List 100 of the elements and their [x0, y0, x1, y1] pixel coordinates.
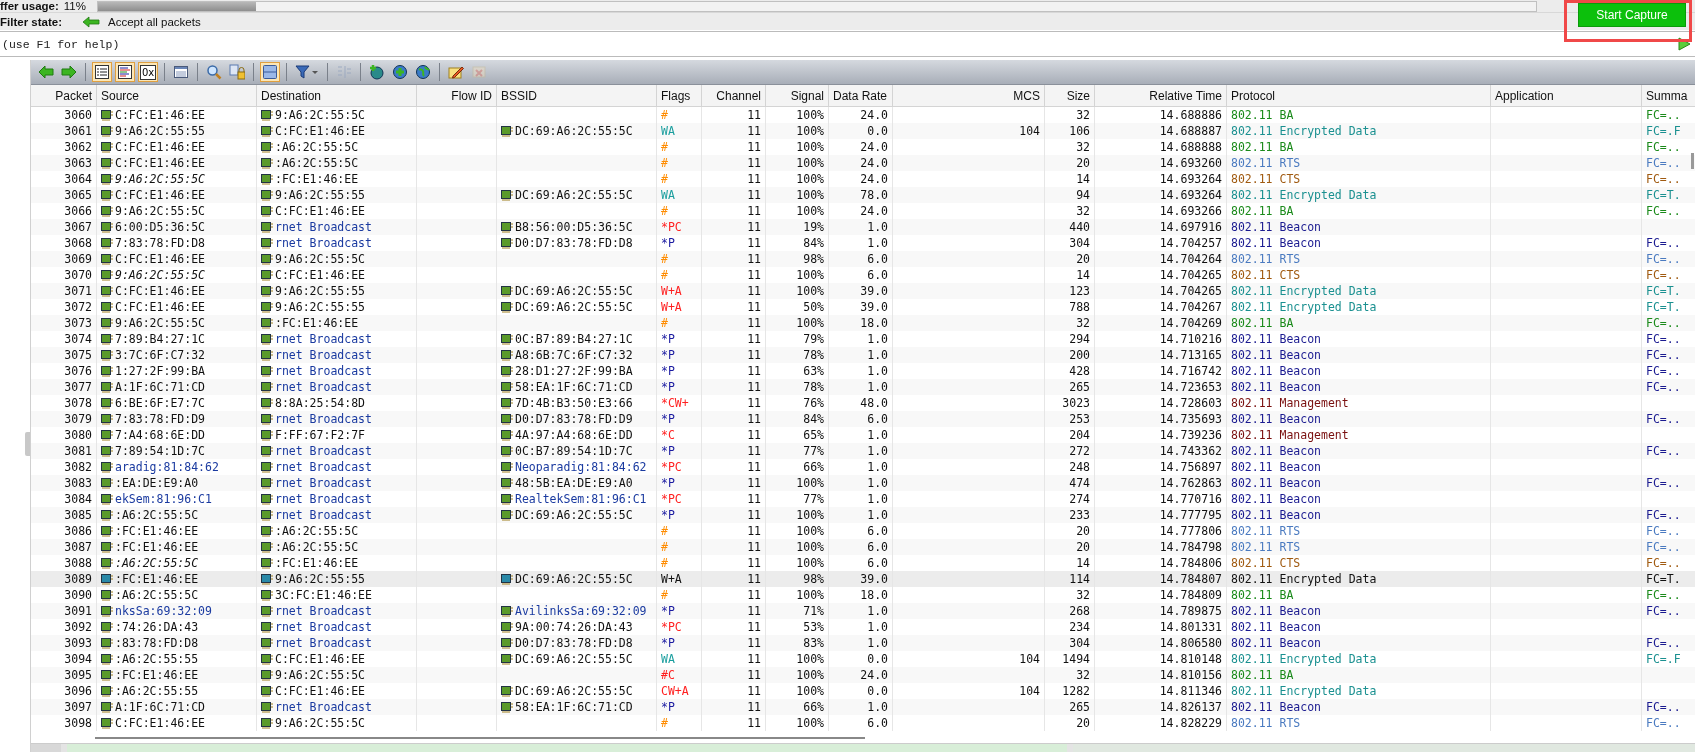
table-row[interactable]: 3097 A:1F:6C:71:CD rnet Broadcast 58:EA:1F:6C:71:CD *P 11 66% 1.0 265 14.826137 802.11 Beacon FC=..: [31, 699, 1695, 715]
scrollbar-thumb[interactable]: [95, 737, 865, 739]
table-row[interactable]: 3083 :EA:DE:E9:A0 rnet Broadcast 48:5B:EA:DE:E9:A0 *P 11 100% 1.0 474 14.762863 802.11 Beacon FC=..: [31, 475, 1695, 491]
table-row[interactable]: 3063 C:FC:E1:46:EE :A6:2C:55:5C # 11 100% 24.0 20 14.693260 802.11 RTS FC=..: [31, 155, 1695, 171]
table-cell: 3072: [64, 300, 92, 314]
table-row[interactable]: 3089 :FC:E1:46:EE 9:A6:2C:55:55 DC:69:A6:2C:55:5C W+A 11 98% 39.0 114 14.784807 802.11 Encrypted Data FC=T.: [31, 571, 1695, 587]
table-row[interactable]: 3085 :A6:2C:55:5C rnet Broadcast DC:69:A6:2C:55:5C *P 11 100% 1.0 233 14.777795 802.11 Beacon FC=..: [31, 507, 1695, 523]
table-cell: 14: [1076, 172, 1090, 186]
table-row[interactable]: 3093 :83:78:FD:D8 rnet Broadcast D0:D7:83:78:FD:D8 *P 11 83% 1.0 304 14.806580 802.11 Beacon FC=..: [31, 635, 1695, 651]
table-cell: FC=..: [1646, 412, 1681, 426]
table-cell: 14.743362: [1159, 444, 1222, 458]
table-cell: 19%: [803, 220, 824, 234]
table-row[interactable]: 3069 C:FC:E1:46:EE 9:A6:2C:55:5C # 11 98% 6.0 20 14.704264 802.11 RTS FC=..: [31, 251, 1695, 267]
lock-button[interactable]: [227, 62, 248, 82]
table-row[interactable]: 3065 C:FC:E1:46:EE 9:A6:2C:55:55 DC:69:A6:2C:55:5C WA 11 100% 78.0 94 14.693264 802.11 Encrypted Data FC=T.: [31, 187, 1695, 203]
table-cell: 78%: [803, 380, 824, 394]
table-cell: 3070: [64, 268, 92, 282]
table-row[interactable]: 3077 A:1F:6C:71:CD rnet Broadcast 58:EA:1F:6C:71:CD *P 11 78% 1.0 265 14.723653 802.11 Beacon FC=..: [31, 379, 1695, 395]
table-cell: 14.784806: [1159, 556, 1222, 570]
table-cell: 9:A6:2C:55:5C: [275, 108, 365, 122]
table-cell: :FC:E1:46:EE: [115, 540, 199, 554]
table-cell: 802.11 Beacon: [1231, 492, 1321, 506]
table-cell: 100%: [796, 172, 824, 186]
network-card-icon: [101, 317, 113, 329]
column-header[interactable]: Size: [1045, 85, 1095, 106]
table-row[interactable]: 3091 nksSa:69:32:09 rnet Broadcast AvilinksSa:69:32:09 *P 11 71% 1.0 268 14.789875 802.11 Beacon FC=..: [31, 603, 1695, 619]
column-header[interactable]: Application: [1491, 85, 1642, 106]
column-header[interactable]: Source: [97, 85, 257, 106]
table-row[interactable]: 3067 6:00:D5:36:5C rnet Broadcast B8:56:00:D5:36:5C *PC 11 19% 1.0 440 14.697916 802.11 Beacon: [31, 219, 1695, 235]
table-cell: WA: [661, 124, 675, 138]
table-cell: 9:A6:2C:55:5C: [275, 668, 365, 682]
network-card-icon: [101, 237, 113, 249]
table-row[interactable]: 3075 3:7C:6F:C7:32 rnet Broadcast A8:6B:7C:6F:C7:32 *P 11 78% 1.0 200 14.713165 802.11 Beacon FC=..: [31, 347, 1695, 363]
table-cell: 79%: [803, 332, 824, 346]
scrollbar-thumb[interactable]: [1691, 153, 1694, 169]
table-cell: 24.0: [860, 156, 888, 170]
table-row[interactable]: 3081 7:89:54:1D:7C rnet Broadcast 0C:B7:89:54:1D:7C *P 11 77% 1.0 272 14.743362 802.11 Beacon FC=..: [31, 443, 1695, 459]
table-cell: 14.735693: [1159, 412, 1222, 426]
table-cell: 100%: [796, 588, 824, 602]
splitter-handle[interactable]: [25, 432, 30, 456]
colorlist-button[interactable]: [115, 62, 135, 82]
column-header[interactable]: Relative Time: [1095, 85, 1227, 106]
network-card-icon: [261, 157, 273, 169]
table-cell: C:FC:E1:46:EE: [115, 284, 205, 298]
network-card-icon: [261, 717, 273, 729]
table-cell: 11: [747, 108, 761, 122]
table-cell: FC=.F: [1646, 652, 1681, 666]
column-header[interactable]: Destination: [257, 85, 417, 106]
table-cell: 3078: [64, 396, 92, 410]
table-cell: *P: [661, 476, 675, 490]
list-button[interactable]: [92, 62, 112, 82]
table-cell: 14.704265: [1159, 284, 1222, 298]
table-cell: C:FC:E1:46:EE: [115, 108, 205, 122]
table-row[interactable]: 3073 9:A6:2C:55:5C :FC:E1:46:EE # 11 100% 18.0 32 14.704269 802.11 BA FC=..: [31, 315, 1695, 331]
table-cell: FC=T.: [1646, 572, 1681, 586]
column-header[interactable]: Packet: [31, 85, 97, 106]
table-cell: rnet Broadcast: [275, 604, 372, 618]
run-icon[interactable]: [1677, 37, 1691, 51]
table-cell: 802.11 Beacon: [1231, 508, 1321, 522]
column-header[interactable]: Flags: [657, 85, 702, 106]
table-cell: 14.828229: [1159, 716, 1222, 730]
table-row[interactable]: 3079 7:83:78:FD:D9 rnet Broadcast D0:D7:83:78:FD:D9 *P 11 84% 6.0 253 14.735693 802.11 Beacon FC=..: [31, 411, 1695, 427]
table-cell: C:FC:E1:46:EE: [115, 716, 205, 730]
table-cell: 802.11 RTS: [1231, 540, 1301, 554]
table-row[interactable]: 3087 :FC:E1:46:EE :A6:2C:55:5C # 11 100% 6.0 20 14.784798 802.11 RTS FC=..: [31, 539, 1695, 555]
column-header[interactable]: BSSID: [497, 85, 657, 106]
column-header[interactable]: Protocol: [1227, 85, 1491, 106]
table-cell: 14.693260: [1159, 156, 1222, 170]
column-header[interactable]: Signal: [766, 85, 829, 106]
table-cell: #: [661, 204, 668, 218]
table-row[interactable]: 3061 9:A6:2C:55:55 C:FC:E1:46:EE DC:69:A6:2C:55:5C WA 11 100% 0.0 104 106 14.688887 802.11 Encrypted Data FC=.F: [31, 123, 1695, 139]
column-header[interactable]: Channel: [702, 85, 766, 106]
table-cell: #: [661, 588, 668, 602]
column-header[interactable]: MCS: [893, 85, 1045, 106]
column-header[interactable]: Summa: [1642, 85, 1695, 106]
table-cell: 14.704265: [1159, 268, 1222, 282]
network-card-icon: [501, 397, 513, 409]
column-header[interactable]: Flow ID: [417, 85, 497, 106]
table-row[interactable]: 3071 C:FC:E1:46:EE 9:A6:2C:55:55 DC:69:A6:2C:55:5C W+A 11 100% 39.0 123 14.704265 802.11 Encrypted Data FC=T.: [31, 283, 1695, 299]
table-cell: FC=..: [1646, 556, 1681, 570]
table-cell: 100%: [796, 108, 824, 122]
table-cell: :A6:2C:55:55: [115, 652, 199, 666]
panel-button[interactable]: [260, 62, 281, 82]
network-card-icon: [101, 493, 113, 505]
table-cell: 11: [747, 652, 761, 666]
table-cell: 3087: [64, 540, 92, 554]
table-cell: 802.11 RTS: [1231, 156, 1301, 170]
table-cell: *P: [661, 364, 675, 378]
table-row[interactable]: 3095 :FC:E1:46:EE 9:A6:2C:55:5C #C 11 100% 24.0 32 14.810156 802.11 BA: [31, 667, 1695, 683]
table-cell: 6.0: [867, 252, 888, 266]
hex-view-button[interactable]: 0x: [138, 62, 159, 82]
table-cell: :A6:2C:55:5C: [115, 556, 199, 570]
table-cell: 802.11 RTS: [1231, 252, 1301, 266]
column-header[interactable]: Data Rate: [829, 85, 893, 106]
table-cell: 802.11 BA: [1231, 204, 1294, 218]
network-card-icon: [501, 653, 513, 665]
network-card-icon: [501, 413, 513, 425]
table-cell: 1.0: [867, 508, 888, 522]
network-card-icon: [501, 237, 513, 249]
table-cell: FC=.F: [1646, 124, 1681, 138]
